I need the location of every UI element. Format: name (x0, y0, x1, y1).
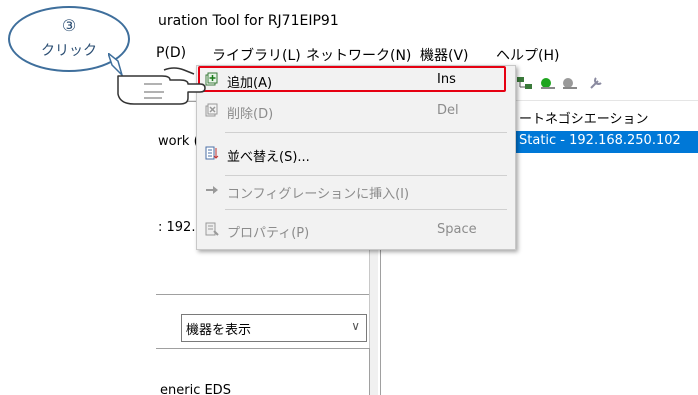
online-green-icon[interactable] (540, 75, 556, 91)
selected-ip-row[interactable]: Static - 192.168.250.102 (509, 131, 698, 153)
menu-item-label: 追加(A) (227, 76, 273, 91)
menu-divider (225, 209, 507, 210)
menu-divider (225, 175, 507, 176)
menu-item-delete[interactable]: 削除(D) Del (197, 99, 515, 123)
menu-item-label: 削除(D) (227, 107, 274, 122)
add-icon (205, 72, 218, 86)
menu-item-sort[interactable]: 並べ替え(S)... (197, 142, 515, 166)
list-item[interactable]: eneric EDS (160, 383, 231, 395)
menu-item-label: コンフィグレーションに挿入(I) (227, 187, 410, 202)
menu-bar: P(D) ライブラリ(L) ネットワーク(N) 機器(V) ヘルプ(H) (148, 40, 698, 66)
ip-label: : 192. (158, 220, 196, 235)
menu-library[interactable]: ライブラリ(L) (212, 45, 301, 65)
device-filter-value: 機器を表示 (186, 323, 252, 338)
menu-item-label: プロパティ(P) (227, 226, 310, 241)
device-list: eneric EDS (156, 348, 370, 395)
menu-item-shortcut: Ins (437, 72, 456, 87)
properties-icon (205, 222, 219, 236)
ip-row-label: Static - 192.168.250.102 (519, 133, 681, 148)
menu-network[interactable]: ネットワーク(N) (306, 45, 411, 65)
pointing-hand-icon (117, 67, 206, 105)
callout-step-number: ③ (61, 16, 77, 35)
menu-item-shortcut: Del (437, 103, 459, 118)
device-filter-select[interactable]: 機器を表示 ∨ (181, 314, 367, 342)
menu-item-shortcut: Space (437, 222, 477, 237)
menu-file[interactable]: P(D) (156, 45, 186, 61)
menu-divider (225, 132, 507, 133)
arrow-right-icon (206, 186, 218, 194)
delete-icon (205, 103, 218, 117)
context-menu: 追加(A) Ins 削除(D) Del 並べ替え(S)... コンフィグレーショ… (196, 65, 516, 250)
menu-item-label: 並べ替え(S)... (227, 150, 310, 165)
autonegotiation-header: ートネゴシエーション (519, 112, 649, 127)
offline-gray-icon[interactable] (562, 75, 578, 91)
menu-help[interactable]: ヘルプ(H) (496, 45, 559, 65)
network-scan-icon[interactable] (516, 75, 534, 91)
network-label: work ( (158, 134, 199, 149)
chevron-down-icon: ∨ (351, 319, 360, 333)
wrench-icon[interactable] (588, 75, 604, 91)
menu-item-add[interactable]: 追加(A) Ins (197, 68, 515, 92)
menu-item-properties[interactable]: プロパティ(P) Space (197, 218, 515, 242)
window-title: uration Tool for RJ71EIP91 (158, 13, 339, 29)
menu-device[interactable]: 機器(V) (420, 45, 469, 65)
device-library-pane: 機器を表示 ∨ eneric EDS (156, 300, 370, 395)
menu-item-insert-config[interactable]: コンフィグレーションに挿入(I) (197, 179, 515, 203)
sort-icon (205, 146, 219, 160)
